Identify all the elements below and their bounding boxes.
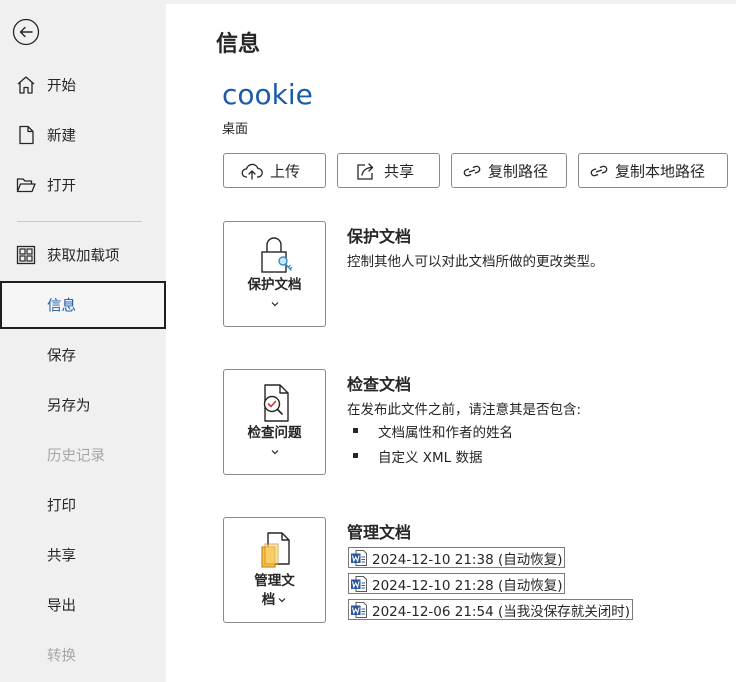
- share-button[interactable]: 共享: [337, 153, 440, 188]
- nav-item-save-as[interactable]: 另存为: [0, 381, 166, 429]
- link-icon: [463, 165, 481, 176]
- inspect-bullet-item: 自定义 XML 数据: [378, 450, 483, 466]
- bullet-marker: [353, 453, 358, 458]
- manage-section-title: 管理文档: [347, 523, 412, 542]
- document-location[interactable]: 桌面: [222, 118, 248, 137]
- check-for-issues-label: 检查问题: [247, 425, 302, 441]
- nav-item-info[interactable]: 信息: [0, 281, 166, 329]
- inspect-bullet-item: 文档属性和作者的姓名: [378, 425, 513, 441]
- back-arrow-icon: [12, 18, 40, 46]
- protect-document-button[interactable]: 保护文档: [223, 221, 326, 327]
- nav-item-save[interactable]: 保存: [0, 331, 166, 379]
- nav-item-get-add-ins[interactable]: 获取加载项: [0, 231, 166, 279]
- word-document-icon: [351, 601, 367, 618]
- share-label: 共享: [384, 162, 415, 180]
- nav-label: 另存为: [47, 398, 91, 415]
- manage-document-label-line2: 档: [261, 592, 276, 608]
- nav-label: 开始: [47, 78, 76, 95]
- nav-label: 导出: [47, 598, 76, 615]
- page-title: 信息: [216, 32, 261, 57]
- nav-label: 共享: [47, 548, 76, 565]
- check-for-issues-button[interactable]: 检查问题: [223, 369, 326, 475]
- manage-document-icon: [260, 532, 290, 568]
- manage-document-label: 管理文 档: [224, 572, 325, 610]
- nav-label: 信息: [47, 298, 76, 315]
- chevron-down-icon: [271, 450, 278, 455]
- upload-label: 上传: [270, 162, 301, 180]
- protect-document-label: 保护文档: [247, 277, 302, 293]
- info-pane: 信息 cookie 桌面 上传 共享 复制路径 复制本地路径 保护文档 保护文档…: [166, 0, 736, 682]
- nav-divider: [17, 221, 142, 222]
- version-item[interactable]: 2024-12-10 21:28 (自动恢复): [348, 573, 566, 594]
- inspect-document-icon: [263, 384, 289, 422]
- nav-label: 转换: [47, 648, 76, 665]
- nav-label: 获取加载项: [47, 248, 120, 265]
- inspect-section-title: 检查文档: [347, 375, 412, 394]
- share-icon: [357, 162, 374, 180]
- inspect-section-description: 在发布此文件之前，请注意其是否包含:: [347, 402, 582, 418]
- nav-item-new[interactable]: 新建: [0, 111, 166, 159]
- link-icon: [590, 165, 608, 176]
- manage-document-label-line1: 管理文: [254, 573, 295, 589]
- upload-button[interactable]: 上传: [223, 153, 326, 188]
- nav-item-history: 历史记录: [0, 431, 166, 479]
- copy-path-label: 复制路径: [488, 162, 549, 180]
- nav-label: 新建: [47, 128, 76, 145]
- nav-item-share[interactable]: 共享: [0, 531, 166, 579]
- protect-section-description: 控制其他人可以对此文档所做的更改类型。: [347, 254, 604, 270]
- version-item[interactable]: 2024-12-06 21:54 (当我没保存就关闭时): [348, 599, 633, 620]
- nav-item-export[interactable]: 导出: [0, 581, 166, 629]
- protect-section-title: 保护文档: [347, 227, 412, 246]
- add-ins-grid-icon: [16, 245, 36, 265]
- version-item[interactable]: 2024-12-10 21:38 (自动恢复): [348, 547, 566, 568]
- back-button[interactable]: [12, 18, 40, 46]
- version-label: 2024-12-06 21:54 (当我没保存就关闭时): [372, 603, 630, 620]
- nav-label: 打印: [47, 498, 76, 515]
- nav-item-print[interactable]: 打印: [0, 481, 166, 529]
- cloud-upload-icon: [241, 163, 263, 180]
- version-label: 2024-12-10 21:28 (自动恢复): [372, 577, 563, 594]
- chevron-down-icon: [278, 598, 286, 603]
- word-document-icon: [351, 549, 367, 566]
- word-document-icon: [351, 575, 367, 592]
- home-icon: [17, 76, 35, 94]
- nav-item-home[interactable]: 开始: [0, 61, 166, 109]
- nav-item-open[interactable]: 打开: [0, 161, 166, 209]
- nav-label: 保存: [47, 348, 76, 365]
- copy-path-button[interactable]: 复制路径: [451, 153, 567, 188]
- version-label: 2024-12-10 21:38 (自动恢复): [372, 551, 563, 568]
- nav-item-transform: 转换: [0, 631, 166, 679]
- document-name: cookie: [222, 78, 313, 111]
- chevron-down-icon: [271, 302, 278, 307]
- backstage-sidebar: 开始 新建 打开 获取加载项 信息 保存 另存为 历史记录 打印 共享 导出 转…: [0, 0, 166, 682]
- lock-key-icon: [260, 237, 292, 273]
- copy-local-path-label: 复制本地路径: [615, 162, 706, 180]
- nav-label: 打开: [47, 178, 76, 195]
- nav-label: 历史记录: [47, 448, 105, 465]
- manage-document-button[interactable]: 管理文 档: [223, 517, 326, 623]
- bullet-marker: [353, 428, 358, 433]
- copy-local-path-button[interactable]: 复制本地路径: [578, 153, 728, 188]
- open-folder-icon: [16, 178, 36, 193]
- new-document-icon: [19, 125, 34, 145]
